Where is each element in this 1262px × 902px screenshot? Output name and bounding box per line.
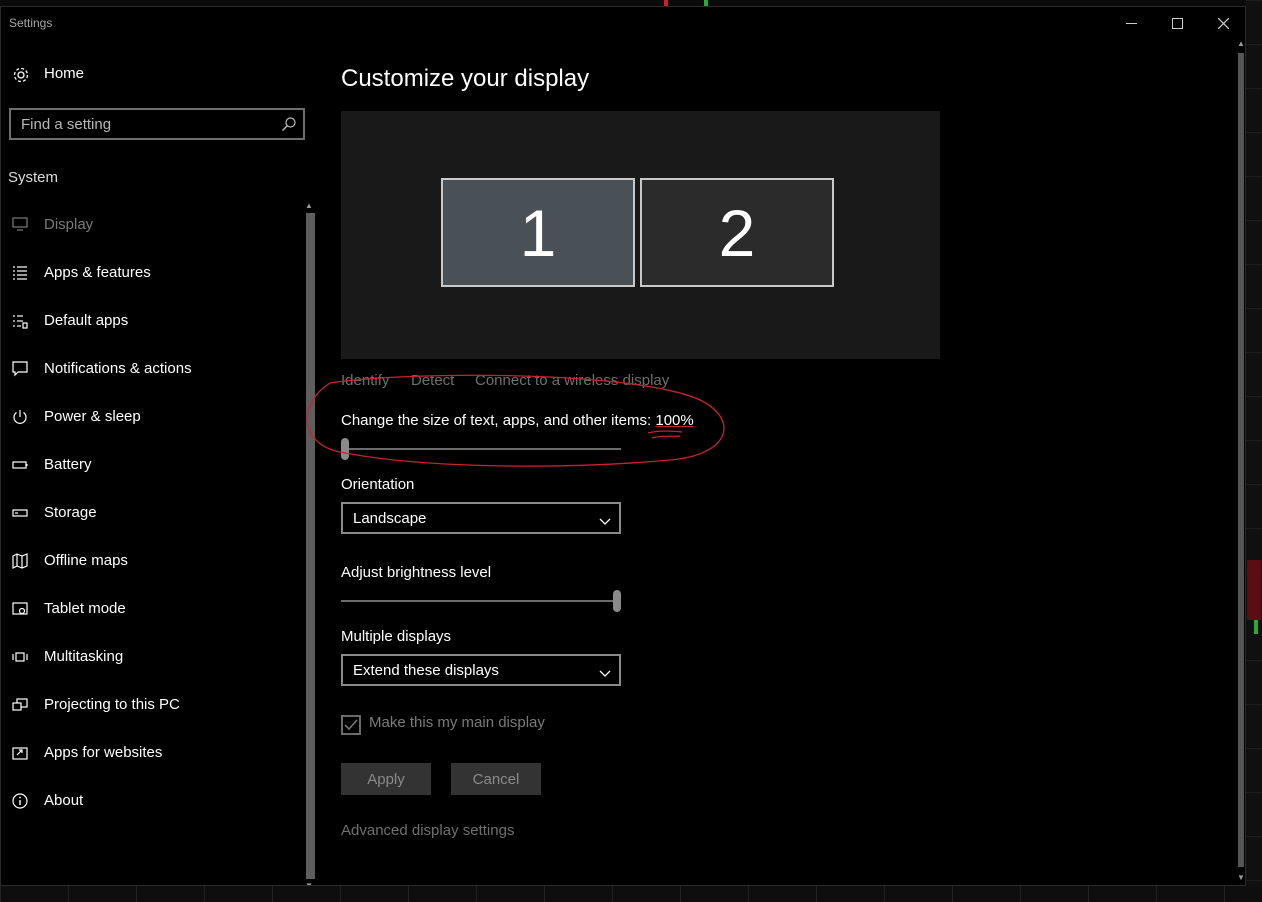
settings-window: Settings Home System Display — [0, 6, 1246, 886]
sidebar-item-label: Apps for websites — [44, 744, 163, 761]
monitor-2[interactable]: 2 — [640, 178, 834, 287]
page-title: Customize your display — [341, 65, 590, 92]
scroll-up-icon[interactable]: ▲ — [305, 201, 313, 210]
sidebar-item-label: Tablet mode — [44, 600, 126, 617]
identify-link[interactable]: Identify — [341, 372, 389, 389]
sidebar-item-notifications[interactable]: Notifications & actions — [1, 349, 301, 389]
sidebar-item-label: About — [44, 792, 84, 809]
map-icon — [12, 553, 28, 574]
list-icon — [12, 265, 28, 286]
web-app-icon — [12, 745, 28, 766]
orientation-label: Orientation — [341, 476, 415, 493]
sidebar-item-about[interactable]: About — [1, 781, 301, 821]
home-button[interactable]: Home — [1, 61, 317, 89]
sidebar-item-label: Projecting to this PC — [44, 696, 180, 713]
sidebar-item-label: Default apps — [44, 312, 129, 329]
minimize-button[interactable] — [1108, 7, 1154, 39]
title-bar[interactable]: Settings — [1, 7, 1245, 39]
default-list-icon — [12, 313, 28, 334]
sidebar-item-label: Storage — [44, 504, 97, 521]
sidebar-item-offline-maps[interactable]: Offline maps — [1, 541, 301, 581]
sidebar-item-default-apps[interactable]: Default apps — [1, 301, 301, 341]
sidebar-item-label: Power & sleep — [44, 408, 141, 425]
sidebar-scrollbar-thumb[interactable] — [306, 213, 315, 879]
sidebar-item-power-sleep[interactable]: Power & sleep — [1, 397, 301, 437]
section-header-system: System — [8, 169, 59, 186]
sidebar-item-battery[interactable]: Battery — [1, 445, 301, 485]
maximize-icon — [1171, 17, 1183, 29]
sidebar: Home System Display Apps & features Defa… — [1, 39, 317, 885]
scale-label-row: Change the size of text, apps, and other… — [341, 412, 694, 429]
cancel-button[interactable]: Cancel — [451, 763, 541, 795]
sidebar-item-label: Battery — [44, 456, 92, 473]
advanced-display-settings-link[interactable]: Advanced display settings — [341, 822, 514, 839]
monitor-1[interactable]: 1 — [441, 178, 635, 287]
window-title: Settings — [9, 16, 53, 30]
sidebar-item-tablet-mode[interactable]: Tablet mode — [1, 589, 301, 629]
desktop-background-bottom — [0, 886, 1262, 902]
scale-slider-track — [341, 448, 621, 450]
sidebar-item-apps-features[interactable]: Apps & features — [1, 253, 301, 293]
background-chart-candle — [1247, 560, 1261, 620]
monitor-icon — [12, 217, 28, 236]
display-arrangement-area: 1 2 — [341, 111, 940, 359]
chevron-down-icon — [599, 665, 611, 683]
main-display-label: Make this my main display — [369, 714, 545, 731]
multiple-displays-dropdown[interactable]: Extend these displays — [341, 654, 621, 686]
search-box[interactable] — [9, 108, 305, 140]
search-icon[interactable] — [281, 116, 297, 137]
gear-icon — [12, 66, 30, 89]
brightness-slider-thumb[interactable] — [613, 590, 621, 612]
orientation-value: Landscape — [353, 510, 427, 527]
main-content: Customize your display 1 2 Identify Dete… — [317, 39, 1231, 885]
scroll-down-icon[interactable]: ▼ — [305, 881, 313, 885]
scroll-up-icon[interactable]: ▲ — [1237, 39, 1245, 48]
brightness-slider[interactable] — [341, 589, 621, 613]
power-icon — [12, 409, 28, 430]
sidebar-item-label: Notifications & actions — [44, 360, 192, 377]
multiple-displays-label: Multiple displays — [341, 628, 452, 645]
scale-slider-thumb[interactable] — [341, 438, 349, 460]
close-button[interactable] — [1200, 7, 1245, 39]
brightness-label: Adjust brightness level — [341, 564, 492, 581]
apply-button[interactable]: Apply — [341, 763, 431, 795]
scroll-down-icon[interactable]: ▼ — [1237, 873, 1245, 882]
sidebar-item-label: Offline maps — [44, 552, 128, 569]
tablet-icon — [12, 601, 28, 622]
sidebar-item-apps-for-websites[interactable]: Apps for websites — [1, 733, 301, 773]
sidebar-item-storage[interactable]: Storage — [1, 493, 301, 533]
brightness-slider-track — [341, 600, 621, 602]
main-display-checkbox[interactable] — [341, 715, 361, 735]
sidebar-item-label: Display — [44, 216, 94, 233]
close-icon — [1217, 17, 1229, 29]
info-icon — [12, 793, 28, 814]
chevron-down-icon — [599, 513, 611, 531]
notification-icon — [12, 361, 28, 382]
sidebar-item-display[interactable]: Display — [1, 205, 301, 245]
sidebar-item-label: Apps & features — [44, 264, 151, 281]
desktop-background-right — [1246, 0, 1262, 902]
maximize-button[interactable] — [1154, 7, 1200, 39]
scale-value: 100% — [655, 412, 694, 429]
detect-link[interactable]: Detect — [411, 372, 454, 389]
minimize-icon — [1125, 22, 1137, 24]
scale-slider[interactable] — [341, 437, 621, 461]
sidebar-item-label: Multitasking — [44, 648, 124, 665]
multitask-icon — [12, 649, 28, 670]
multiple-displays-value: Extend these displays — [353, 662, 499, 679]
checkmark-icon — [344, 719, 358, 731]
sidebar-item-projecting[interactable]: Projecting to this PC — [1, 685, 301, 725]
sidebar-item-multitasking[interactable]: Multitasking — [1, 637, 301, 677]
storage-icon — [12, 505, 28, 526]
home-label: Home — [44, 65, 85, 82]
scale-label: Change the size of text, apps, and other… — [341, 412, 652, 429]
wireless-display-link[interactable]: Connect to a wireless display — [475, 372, 669, 389]
project-icon — [12, 697, 28, 718]
orientation-dropdown[interactable]: Landscape — [341, 502, 621, 534]
search-input[interactable] — [11, 110, 291, 138]
window-scrollbar-thumb[interactable] — [1238, 53, 1244, 867]
battery-icon — [12, 457, 28, 478]
